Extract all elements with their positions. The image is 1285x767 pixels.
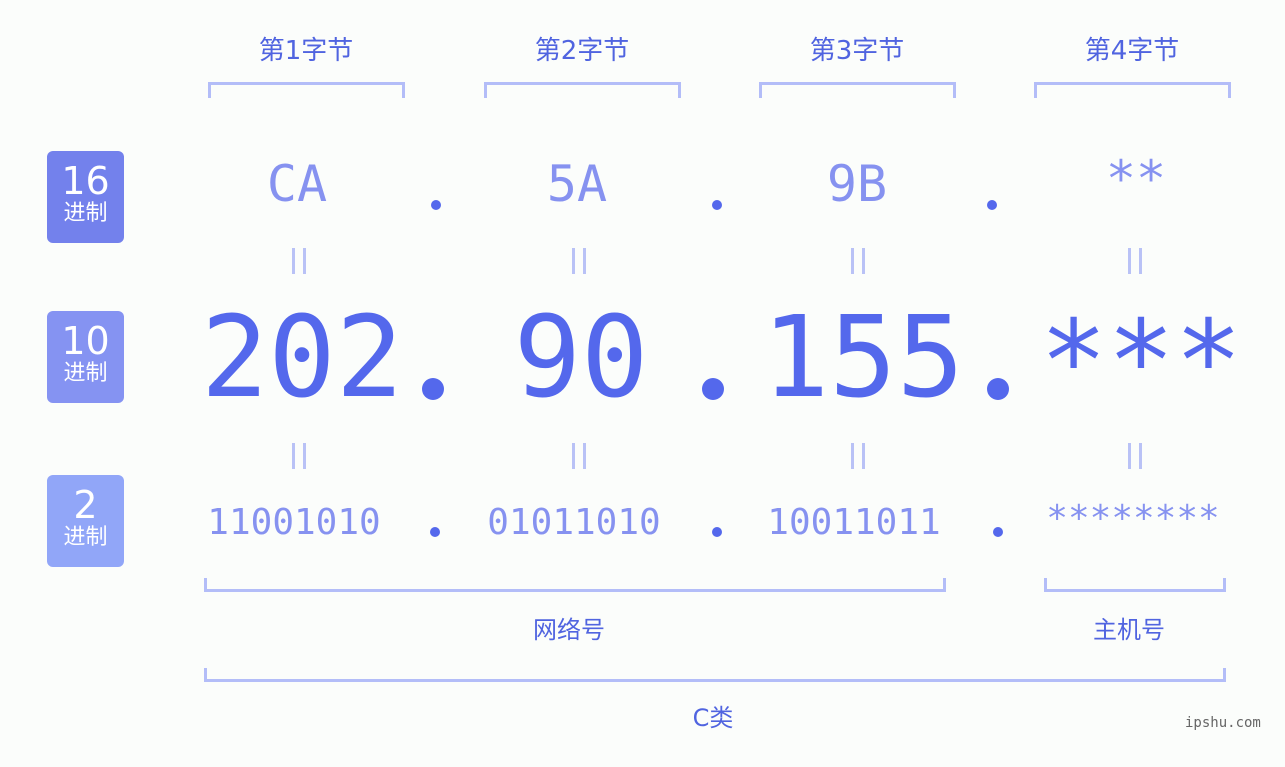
hex-separator-2 (712, 200, 722, 210)
hex-value-3: 9B (826, 155, 888, 213)
byte-label-3: 第3字节 (809, 36, 905, 66)
equals-icon (851, 248, 865, 274)
dec-badge: 10 进制 (47, 311, 124, 403)
equals-icon (851, 443, 865, 469)
bin-value-3: 10011011 (767, 502, 941, 543)
bin-separator-3 (993, 527, 1003, 537)
byte-label-2: 第2字节 (534, 36, 630, 66)
bin-badge-number: 2 (73, 483, 98, 527)
hex-badge: 16 进制 (47, 151, 124, 243)
network-bracket (204, 578, 946, 592)
dec-separator-2 (702, 378, 724, 400)
host-bracket (1044, 578, 1226, 592)
byte-label-4: 第4字节 (1084, 36, 1180, 66)
dec-value-1: 202 (200, 293, 404, 423)
dec-separator-3 (987, 378, 1009, 400)
equals-icon (1128, 248, 1142, 274)
hex-separator-1 (431, 200, 441, 210)
dec-value-4: *** (1039, 297, 1243, 427)
bin-value-1: 11001010 (207, 502, 381, 543)
byte-bracket-1 (208, 82, 405, 98)
equals-icon (572, 443, 586, 469)
dec-value-2: 90 (513, 293, 649, 423)
byte-bracket-4 (1034, 82, 1231, 98)
dec-separator-1 (422, 378, 444, 400)
byte-bracket-2 (484, 82, 681, 98)
dec-badge-unit: 进制 (63, 361, 108, 386)
network-label: 网络号 (533, 616, 605, 644)
equals-icon (1128, 443, 1142, 469)
bin-badge-unit: 进制 (63, 525, 108, 550)
bin-separator-1 (430, 527, 440, 537)
bin-value-4: ******** (1046, 498, 1220, 539)
hex-badge-unit: 进制 (63, 201, 108, 226)
dec-badge-number: 10 (61, 319, 110, 363)
hex-badge-number: 16 (61, 159, 110, 203)
hex-value-2: 5A (546, 155, 608, 213)
bin-separator-2 (712, 527, 722, 537)
equals-icon (292, 443, 306, 469)
hex-separator-3 (987, 200, 997, 210)
hex-value-4: ** (1105, 150, 1167, 208)
hex-value-1: CA (266, 155, 328, 213)
equals-icon (292, 248, 306, 274)
byte-bracket-3 (759, 82, 956, 98)
byte-label-1: 第1字节 (258, 36, 354, 66)
class-bracket (204, 668, 1226, 682)
equals-icon (572, 248, 586, 274)
bin-badge: 2 进制 (47, 475, 124, 567)
dec-value-3: 155 (761, 293, 965, 423)
bin-value-2: 01011010 (487, 502, 661, 543)
host-label: 主机号 (1093, 616, 1165, 644)
watermark: ipshu.com (1185, 715, 1261, 731)
class-label: C类 (692, 704, 734, 732)
